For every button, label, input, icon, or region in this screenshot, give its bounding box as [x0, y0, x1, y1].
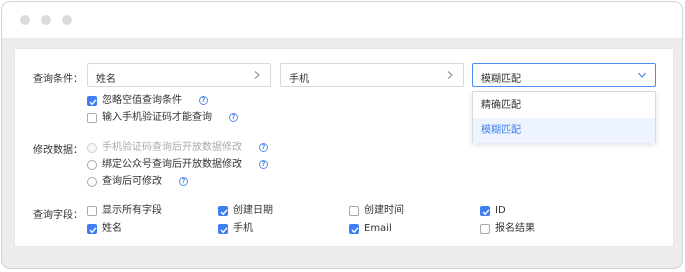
field-checkbox-row[interactable]: 创建时间: [349, 204, 459, 218]
check-icon: [220, 209, 228, 216]
help-icon[interactable]: ?: [199, 96, 208, 105]
field-checkbox-label: ID: [495, 205, 506, 216]
modify-option-row[interactable]: 手机验证码查询后开放数据修改 ?: [87, 141, 287, 155]
field-checkbox-row[interactable]: 显示所有字段: [87, 204, 197, 218]
require-code-checkbox-row[interactable]: 输入手机验证码才能查询 ?: [87, 111, 267, 125]
modify-option-row[interactable]: 绑定公众号查询后开放数据修改 ?: [87, 158, 287, 172]
require-code-label: 输入手机验证码才能查询: [102, 112, 212, 123]
require-code-checkbox[interactable]: [87, 113, 97, 123]
settings-panel: 查询条件： 姓名 手机 模糊匹配 精确匹配 模糊匹配 忽略空值查询条件 ? 输入…: [14, 48, 674, 247]
field-checkbox[interactable]: [218, 206, 228, 216]
browser-window: 查询条件： 姓名 手机 模糊匹配 精确匹配 模糊匹配 忽略空值查询条件 ? 输入…: [1, 1, 683, 269]
match-mode-select[interactable]: 模糊匹配: [472, 63, 656, 87]
check-icon: [89, 227, 97, 234]
modify-option-radio[interactable]: [87, 177, 97, 187]
field-checkbox[interactable]: [349, 206, 359, 216]
query-field-2-value: 手机: [289, 74, 309, 85]
field-checkbox-row[interactable]: 创建日期: [218, 204, 328, 218]
modify-option-radio[interactable]: [87, 143, 97, 153]
match-option-exact[interactable]: 精确匹配: [473, 93, 655, 118]
window-close-dot[interactable]: [20, 15, 30, 25]
query-field-1-select[interactable]: 姓名: [87, 63, 271, 87]
field-checkbox[interactable]: [218, 224, 228, 234]
field-checkbox-row[interactable]: 报名结果: [480, 222, 590, 236]
ignore-empty-checkbox-row[interactable]: 忽略空值查询条件 ?: [87, 94, 247, 108]
chevron-right-icon: [447, 71, 453, 79]
field-checkbox[interactable]: [87, 224, 97, 234]
field-checkbox-label: 创建日期: [233, 205, 273, 216]
ignore-empty-label: 忽略空值查询条件: [102, 95, 182, 106]
window-maximize-dot[interactable]: [62, 15, 72, 25]
field-checkbox-label: 姓名: [102, 223, 122, 234]
field-checkbox-row[interactable]: 手机: [218, 222, 328, 236]
help-icon[interactable]: ?: [259, 160, 268, 169]
match-mode-value: 模糊匹配: [481, 74, 521, 85]
field-checkbox[interactable]: [87, 206, 97, 216]
modify-option-label: 绑定公众号查询后开放数据修改: [102, 159, 242, 170]
field-checkbox-label: 报名结果: [495, 223, 535, 234]
modify-option-label: 查询后可修改: [102, 176, 162, 187]
field-checkbox[interactable]: [349, 224, 359, 234]
field-checkbox[interactable]: [480, 224, 490, 234]
help-icon[interactable]: ?: [259, 143, 268, 152]
field-checkbox-row[interactable]: Email: [349, 222, 459, 236]
check-icon: [220, 227, 228, 234]
modify-data-label: 修改数据：: [33, 145, 83, 156]
match-mode-dropdown: 精确匹配 模糊匹配: [472, 91, 656, 143]
query-fields-label: 查询字段：: [33, 210, 83, 221]
chevron-down-icon: [638, 72, 646, 78]
check-icon: [89, 99, 97, 106]
window-titlebar: [2, 2, 682, 38]
modify-option-row[interactable]: 查询后可修改 ?: [87, 175, 207, 189]
modify-option-label: 手机验证码查询后开放数据修改: [102, 142, 242, 153]
help-icon[interactable]: ?: [229, 113, 238, 122]
field-checkbox-row[interactable]: 姓名: [87, 222, 197, 236]
window-minimize-dot[interactable]: [41, 15, 51, 25]
field-checkbox-row[interactable]: ID: [480, 204, 590, 218]
chevron-right-icon: [254, 71, 260, 79]
field-checkbox-label: 手机: [233, 223, 253, 234]
match-option-fuzzy[interactable]: 模糊匹配: [473, 118, 655, 143]
query-field-1-value: 姓名: [96, 74, 116, 85]
field-checkbox[interactable]: [480, 206, 490, 216]
check-icon: [482, 209, 490, 216]
modify-option-radio[interactable]: [87, 160, 97, 170]
check-icon: [351, 227, 359, 234]
field-checkbox-label: 创建时间: [364, 205, 404, 216]
field-checkbox-label: 显示所有字段: [102, 205, 162, 216]
query-field-2-select[interactable]: 手机: [280, 63, 464, 87]
help-icon[interactable]: ?: [179, 177, 188, 186]
field-checkbox-label: Email: [364, 223, 392, 234]
ignore-empty-checkbox[interactable]: [87, 96, 97, 106]
query-conditions-label: 查询条件：: [33, 74, 83, 85]
